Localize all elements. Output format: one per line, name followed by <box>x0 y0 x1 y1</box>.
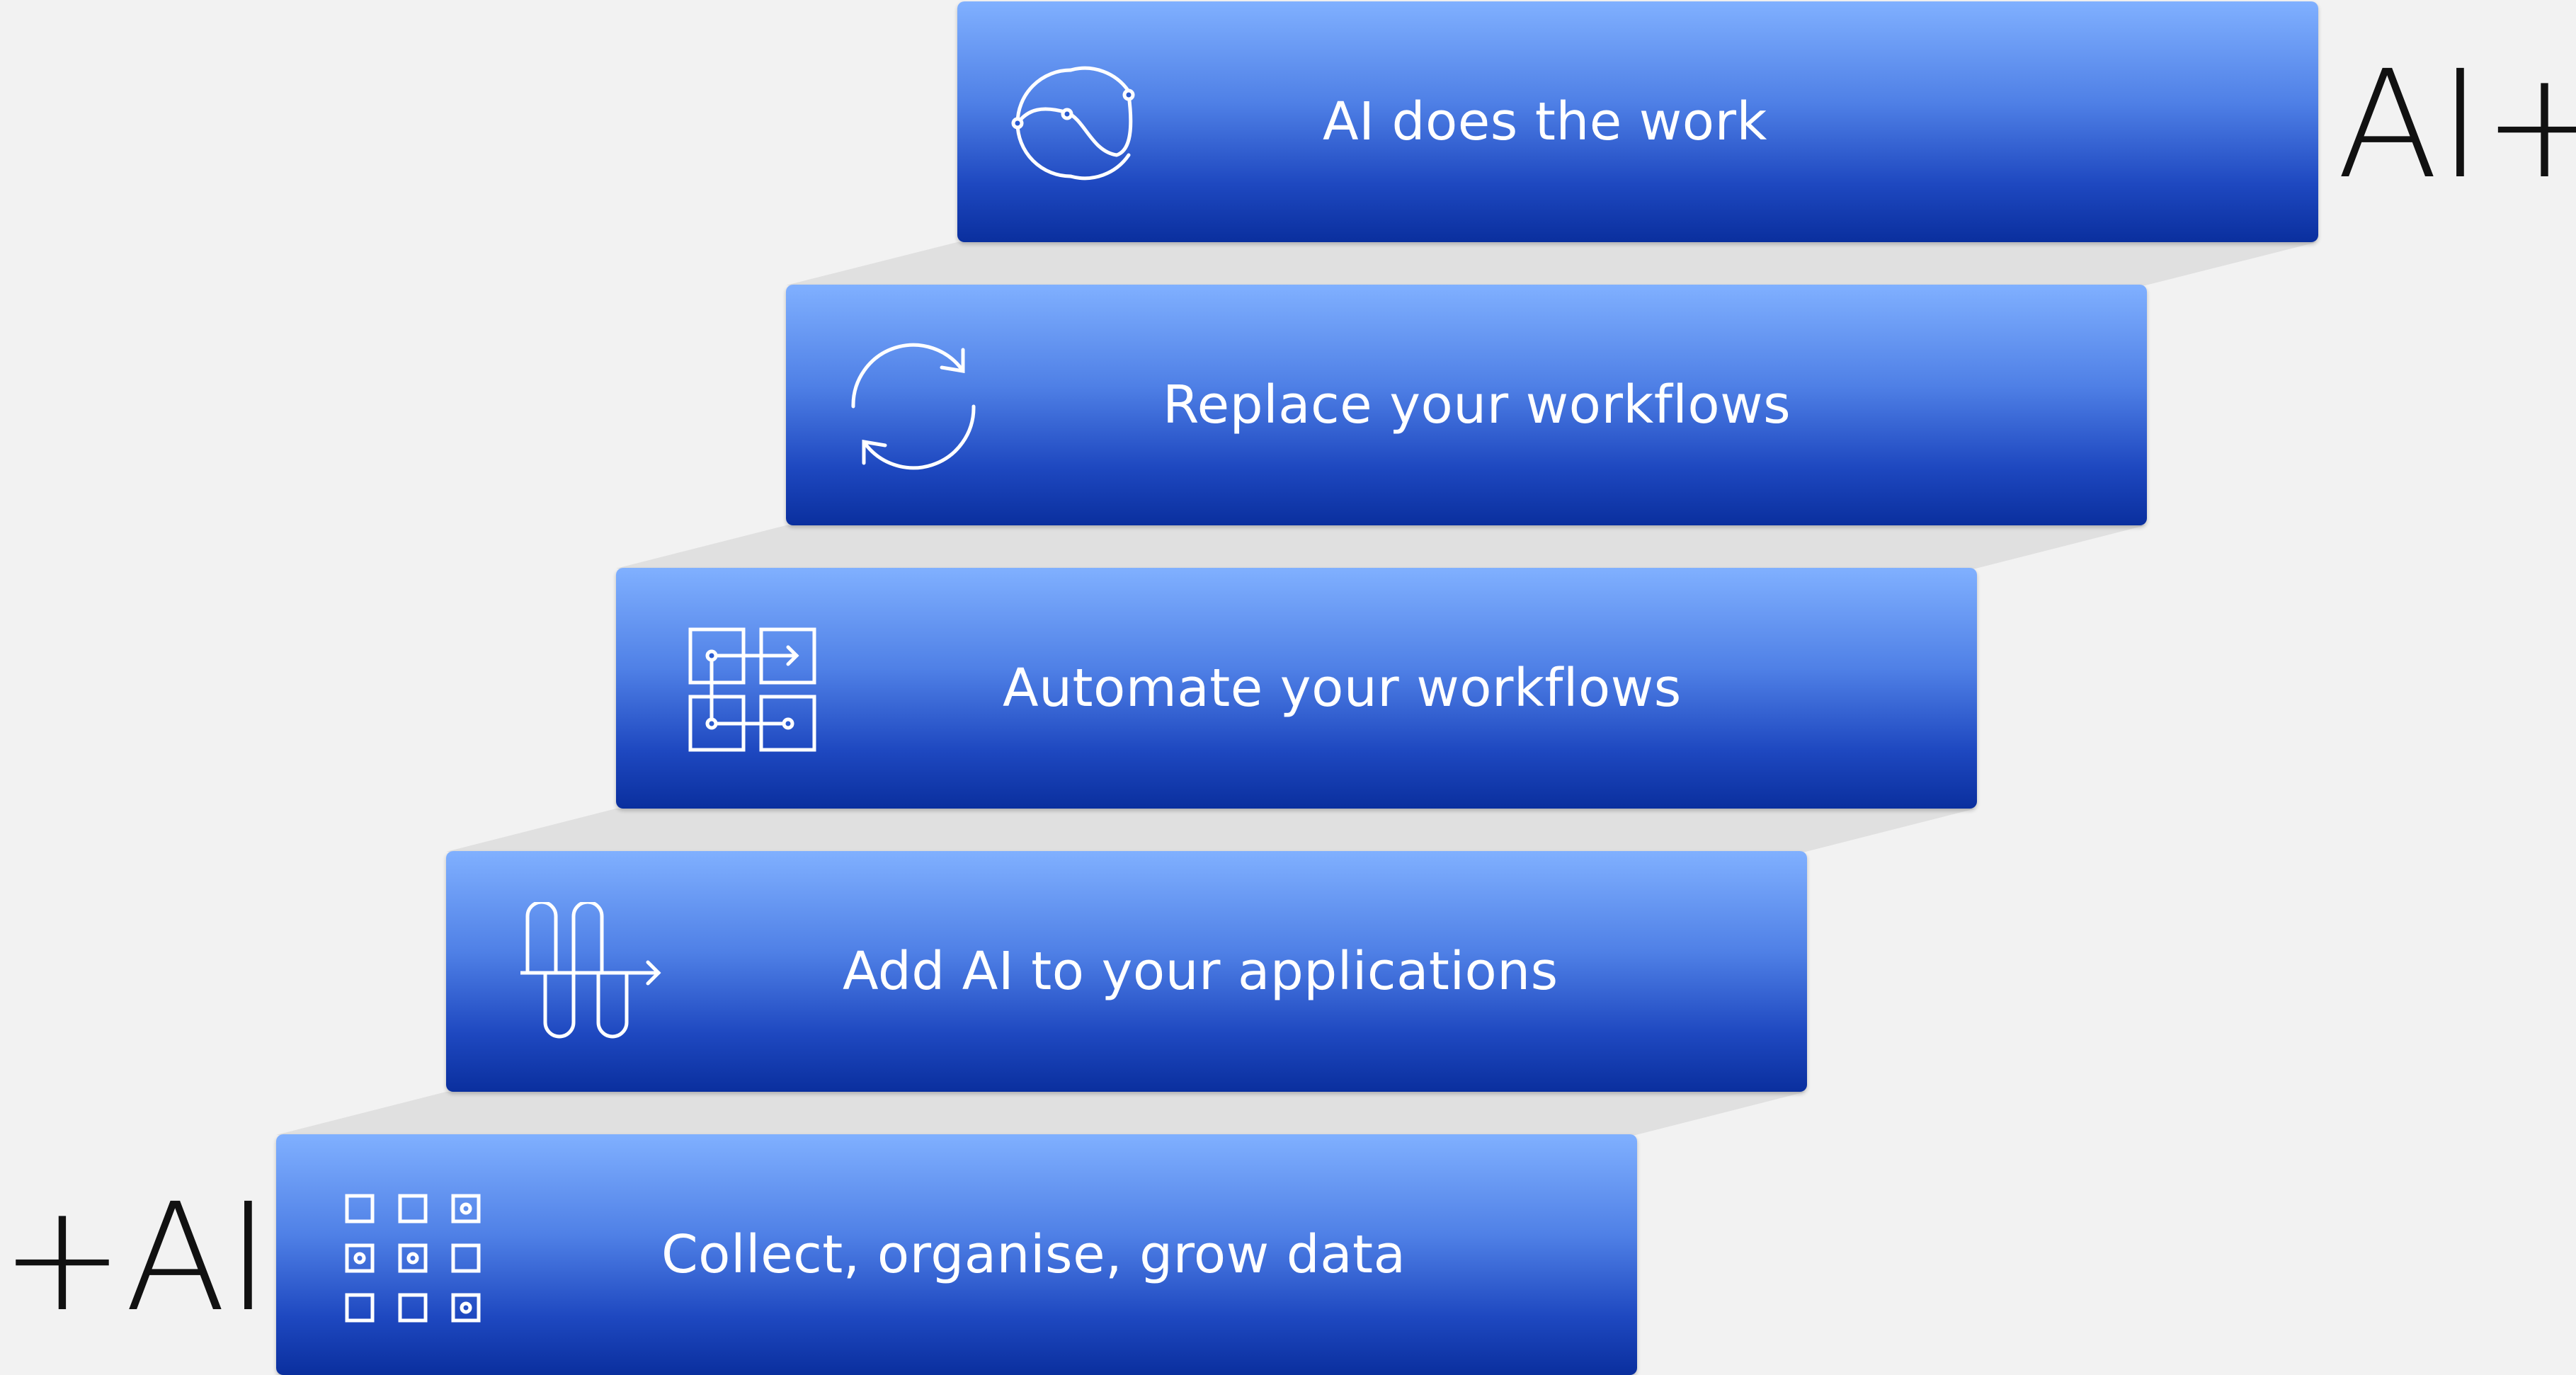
step-label-1: AI does the work <box>1323 91 1767 152</box>
step-label-3: Automate your workflows <box>1003 658 1682 719</box>
riser-4 <box>276 1092 1806 1135</box>
step-replace-workflows: Replace your workflows <box>786 285 2147 525</box>
app-integration-icon <box>520 902 662 1044</box>
data-grid-icon <box>343 1185 485 1327</box>
step-label-4: Add AI to your applications <box>843 941 1558 1002</box>
tag-plus-ai: +AI <box>0 1171 270 1345</box>
step-add-ai-to-applications: Add AI to your applications <box>446 851 1807 1092</box>
riser-3 <box>446 809 1976 852</box>
tag-ai-plus: AI+ <box>2337 38 2576 212</box>
ai-cycle-icon <box>1000 52 1141 194</box>
step-label-2: Replace your workflows <box>1163 375 1791 435</box>
workflow-grid-icon <box>683 619 825 760</box>
step-collect-data: Collect, organise, grow data <box>276 1134 1637 1375</box>
staircase-diagram: AI does the work Replace your workflows <box>0 0 2576 1375</box>
step-automate-workflows: Automate your workflows <box>616 568 1977 809</box>
refresh-arrows-icon <box>843 336 984 477</box>
step-ai-does-the-work: AI does the work <box>957 1 2318 242</box>
riser-1 <box>786 242 2317 285</box>
step-label-5: Collect, organise, grow data <box>661 1224 1406 1285</box>
riser-2 <box>616 525 2145 569</box>
